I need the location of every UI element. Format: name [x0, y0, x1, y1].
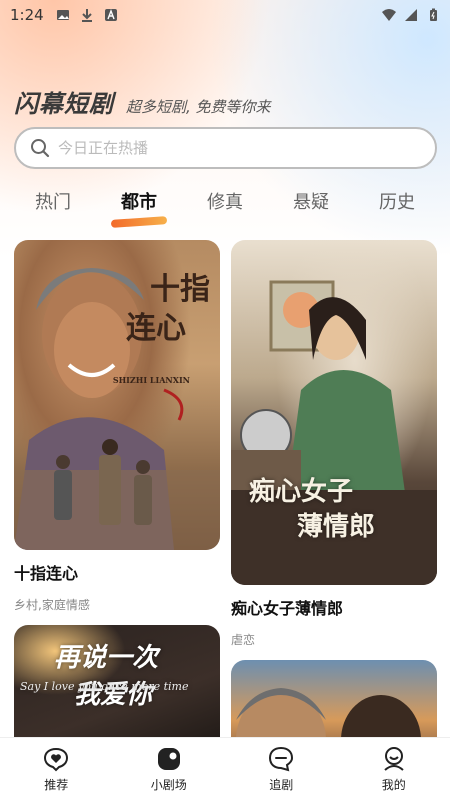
wifi-icon — [382, 9, 396, 21]
app-header: 闪幕短剧 超多短剧, 免费等你来 — [14, 84, 271, 119]
search-icon — [31, 139, 50, 158]
app-title: 闪幕短剧 — [14, 90, 114, 118]
poster-illustration — [236, 688, 421, 737]
drama-poster[interactable] — [231, 660, 437, 737]
chat-bubble-icon — [269, 746, 294, 771]
nav-label: 推荐 — [44, 777, 69, 792]
drama-feed: 十指 连心 SHIZHI LIANXIN 十指连心 乡村,家庭情感 再说一次 我… — [0, 240, 450, 737]
nav-label: 我的 — [381, 777, 406, 792]
poster-title-art: 再说一次 我爱你 — [54, 643, 159, 710]
poster-title-art: 十指 连心 — [126, 272, 210, 346]
bottom-navigation: 推荐 小剧场 追剧 我的 — [0, 737, 450, 800]
tab-hot[interactable]: 热门 — [31, 186, 75, 222]
status-bar: 1:24 — [0, 0, 450, 30]
drama-card[interactable]: 再说一次 我爱你 Say I love you once more time — [14, 625, 220, 737]
tab-urban[interactable]: 都市 — [117, 186, 161, 222]
nav-label: 追剧 — [269, 777, 294, 792]
tab-cultivation[interactable]: 修真 — [203, 186, 247, 222]
poster-subtitle-art: Say I love you once more time — [20, 680, 189, 693]
signal-icon — [405, 9, 417, 21]
drama-card[interactable] — [231, 660, 437, 737]
heart-chat-icon — [44, 747, 69, 771]
poster-title-art: 痴心女子 薄情郎 — [249, 477, 376, 543]
theater-icon — [157, 747, 180, 770]
nav-mine[interactable]: 我的 — [354, 746, 434, 793]
tab-suspense[interactable]: 悬疑 — [289, 186, 333, 222]
nav-label: 小剧场 — [150, 777, 187, 792]
category-tabs: 热门 都市 修真 悬疑 历史 — [0, 186, 450, 222]
nav-recommend[interactable]: 推荐 — [16, 746, 96, 793]
drama-tags: 乡村,家庭情感 — [14, 598, 90, 612]
feed-column-left: 十指 连心 SHIZHI LIANXIN 十指连心 乡村,家庭情感 再说一次 我… — [14, 240, 220, 737]
drama-card[interactable]: 十指 连心 SHIZHI LIANXIN 十指连心 乡村,家庭情感 — [14, 240, 220, 613]
image-icon — [56, 10, 69, 20]
feed-column-right: 痴心女子 薄情郎 痴心女子薄情郎 虐恋 — [231, 240, 437, 737]
status-time: 1:24 — [10, 6, 44, 24]
nav-theater[interactable]: 小剧场 — [129, 746, 209, 793]
battery-icon — [430, 8, 437, 21]
drama-tags: 虐恋 — [231, 633, 256, 647]
font-icon — [104, 9, 117, 21]
nav-follow[interactable]: 追剧 — [241, 746, 321, 793]
poster-subtitle-art: SHIZHI LIANXIN — [112, 375, 190, 385]
search-input[interactable] — [58, 139, 398, 157]
drama-poster[interactable]: 十指 连心 SHIZHI LIANXIN — [14, 240, 220, 550]
tab-history[interactable]: 历史 — [375, 186, 419, 222]
user-icon — [384, 746, 404, 771]
app-slogan: 超多短剧, 免费等你来 — [126, 98, 271, 116]
drama-title: 痴心女子薄情郎 — [231, 599, 344, 618]
drama-title: 十指连心 — [14, 564, 79, 583]
drama-poster[interactable]: 痴心女子 薄情郎 — [231, 240, 437, 585]
search-bar[interactable] — [14, 127, 437, 169]
download-icon — [81, 9, 92, 22]
drama-poster[interactable]: 再说一次 我爱你 Say I love you once more time — [14, 625, 220, 737]
drama-card[interactable]: 痴心女子 薄情郎 痴心女子薄情郎 虐恋 — [231, 240, 437, 648]
